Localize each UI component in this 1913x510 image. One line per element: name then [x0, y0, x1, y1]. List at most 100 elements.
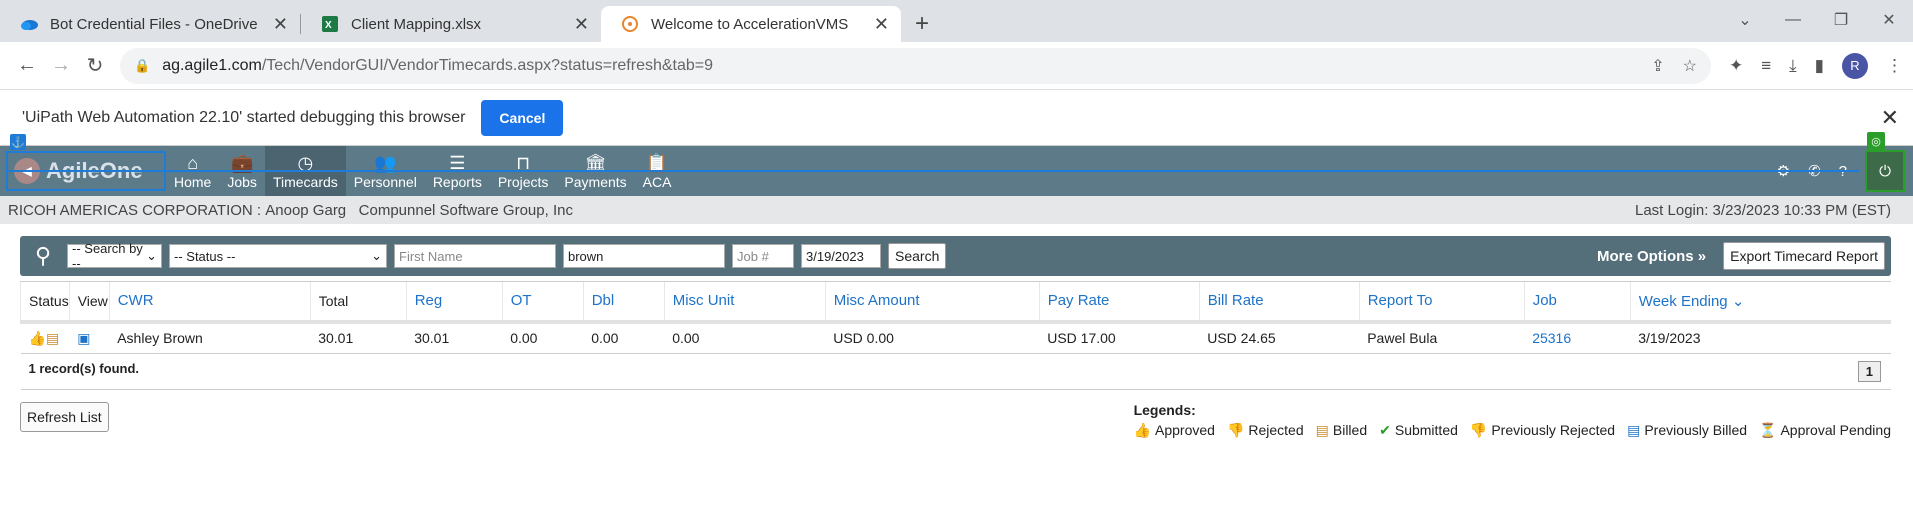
cwr-cell: Ashley Brown: [109, 321, 311, 354]
column-dbl[interactable]: Dbl: [582, 281, 665, 324]
vendor-name: Compunnel Software Group, Inc: [358, 201, 573, 219]
browser-tab-strip: Bot Credential Files - OneDrive ✕ X Clie…: [0, 0, 1913, 42]
export-timecard-button[interactable]: Export Timecard Report: [1723, 242, 1885, 270]
media-icon[interactable]: ≡: [1761, 56, 1771, 76]
download-icon[interactable]: ⤓: [1789, 56, 1797, 76]
column-job[interactable]: Job: [1523, 281, 1631, 324]
extensions-icon[interactable]: ✦: [1729, 56, 1743, 76]
nav-label: Jobs: [227, 174, 257, 190]
address-bar: ← → ↻ 🔒 ag.agile1.com/Tech/VendorGUI/Ven…: [0, 42, 1913, 90]
onedrive-icon: [20, 15, 38, 33]
ot-cell: 0.00: [502, 321, 584, 354]
column-status: Status: [20, 281, 70, 324]
search-button[interactable]: Search: [888, 243, 947, 269]
target-icon: ◎: [1867, 132, 1885, 150]
forward-icon[interactable]: →: [44, 54, 78, 77]
search-icon: ⚲: [34, 243, 52, 268]
page-number-button[interactable]: 1: [1857, 361, 1881, 382]
lock-icon[interactable]: 🔒: [134, 58, 150, 74]
approval-pending-icon: ⏳: [1759, 422, 1777, 438]
job-number-input[interactable]: Job #: [732, 244, 794, 268]
first-name-input[interactable]: First Name: [394, 244, 556, 268]
search-by-select[interactable]: -- Search by -- ⌄: [67, 241, 162, 271]
legend-label: Rejected: [1248, 422, 1304, 438]
billed-icon: ▤: [1315, 422, 1329, 438]
accelerationvms-icon: [621, 15, 639, 33]
status-select[interactable]: -- Status -- ⌄: [169, 244, 387, 268]
close-icon[interactable]: ✕: [273, 14, 288, 35]
bottom-bar: Refresh List Legends: 👍 Approved 👎 Rejecte…: [20, 402, 1891, 439]
column-misc-amount[interactable]: Misc Amount: [824, 281, 1040, 324]
week-ending-cell: 3/19/2023: [1630, 321, 1891, 354]
footer-cell: 1 record(s) found. 1: [20, 353, 1891, 390]
tab-title: Client Mapping.xlsx: [351, 15, 482, 33]
new-tab-button[interactable]: +: [901, 6, 943, 42]
more-options-link[interactable]: More Options »: [1597, 248, 1706, 265]
tab-title: Welcome to AccelerationVMS: [651, 15, 849, 33]
select-value: -- Search by --: [72, 241, 143, 271]
view-cell: ▣: [69, 321, 110, 354]
svg-text:X: X: [325, 20, 332, 31]
legend-rejected: 👎 Rejected: [1227, 422, 1304, 439]
reg-cell: 30.01: [406, 321, 503, 354]
restore-icon[interactable]: ❐: [1817, 10, 1865, 30]
nav-label: Personnel: [353, 174, 417, 190]
column-total: Total: [309, 281, 407, 324]
logout-icon[interactable]: ⏻: [1865, 150, 1905, 192]
share-icon[interactable]: ⇪: [1651, 56, 1664, 76]
nav-label: Reports: [432, 174, 482, 190]
misc-amount-cell: USD 0.00: [825, 321, 1040, 354]
previously-billed-icon: ▤: [1627, 422, 1641, 438]
submitted-icon: ✔: [1379, 422, 1391, 438]
reload-icon[interactable]: ↻: [78, 53, 112, 78]
report-to-cell: Pawel Bula: [1359, 321, 1525, 354]
minimize-icon[interactable]: —: [1769, 11, 1817, 29]
close-icon[interactable]: ✕: [1881, 105, 1899, 131]
nav-label: Home: [174, 174, 212, 190]
nav-label: ACA: [642, 174, 672, 190]
selection-outline: [8, 170, 1859, 172]
nav-label: Payments: [564, 174, 627, 190]
week-date-input[interactable]: 3/19/2023: [801, 244, 881, 268]
back-icon[interactable]: ←: [10, 54, 44, 77]
refresh-list-button[interactable]: Refresh List: [20, 402, 109, 432]
column-pay-rate[interactable]: Pay Rate: [1038, 281, 1200, 324]
column-misc-unit[interactable]: Misc Unit: [663, 281, 826, 324]
column-ot[interactable]: OT: [501, 281, 584, 324]
column-week-ending[interactable]: Week Ending ⌄: [1629, 281, 1891, 324]
avatar[interactable]: R: [1842, 52, 1868, 79]
bookmark-star-icon[interactable]: ☆: [1683, 56, 1697, 76]
status-cell: 👍▤: [20, 321, 70, 354]
column-bill-rate[interactable]: Bill Rate: [1198, 281, 1360, 324]
tab-search-icon[interactable]: ⌄: [1721, 10, 1769, 30]
column-view: View: [68, 281, 110, 324]
close-icon[interactable]: ✕: [874, 14, 889, 35]
tab-client-mapping[interactable]: X Client Mapping.xlsx ✕: [301, 6, 601, 42]
nav-label: Timecards: [272, 174, 338, 190]
legend-label: Billed: [1332, 422, 1368, 438]
dbl-cell: 0.00: [583, 321, 665, 354]
url-field[interactable]: 🔒 ag.agile1.com/Tech/VendorGUI/VendorTim…: [120, 47, 1711, 84]
tab-title: Bot Credential Files - OneDrive: [50, 15, 258, 33]
column-reg[interactable]: Reg: [405, 281, 503, 324]
legend-label: Previously Rejected: [1491, 422, 1616, 438]
legend-submitted: ✔ Submitted: [1379, 422, 1458, 439]
view-timecard-icon[interactable]: ▣: [77, 330, 90, 346]
side-panel-icon[interactable]: ▮: [1815, 56, 1824, 76]
column-report-to[interactable]: Report To: [1358, 281, 1525, 324]
total-cell: 30.01: [310, 321, 407, 354]
job-link[interactable]: 25316: [1532, 330, 1571, 346]
close-window-icon[interactable]: ✕: [1865, 10, 1913, 30]
tab-accelerationvms[interactable]: Welcome to AccelerationVMS ✕: [601, 6, 901, 42]
table-row: 👍▤ ▣ Ashley Brown 30.01 30.01 0.00 0.00 …: [20, 321, 1891, 354]
column-cwr[interactable]: CWR: [108, 281, 311, 324]
window-controls: ⌄ — ❐ ✕: [1721, 0, 1913, 40]
url-path: /Tech/VendorGUI/VendorTimecards.aspx?sta…: [261, 56, 714, 74]
tab-onedrive[interactable]: Bot Credential Files - OneDrive ✕: [0, 6, 300, 42]
legends: Legends: 👍 Approved 👎 Rejected ▤ Billed ✔ Su…: [1134, 402, 1891, 439]
cancel-button[interactable]: Cancel: [481, 99, 564, 136]
bill-rate-cell: USD 24.65: [1199, 321, 1360, 354]
menu-kebab-icon[interactable]: ⋮: [1886, 56, 1903, 76]
close-icon[interactable]: ✕: [574, 14, 589, 35]
last-name-input[interactable]: brown: [563, 244, 725, 268]
